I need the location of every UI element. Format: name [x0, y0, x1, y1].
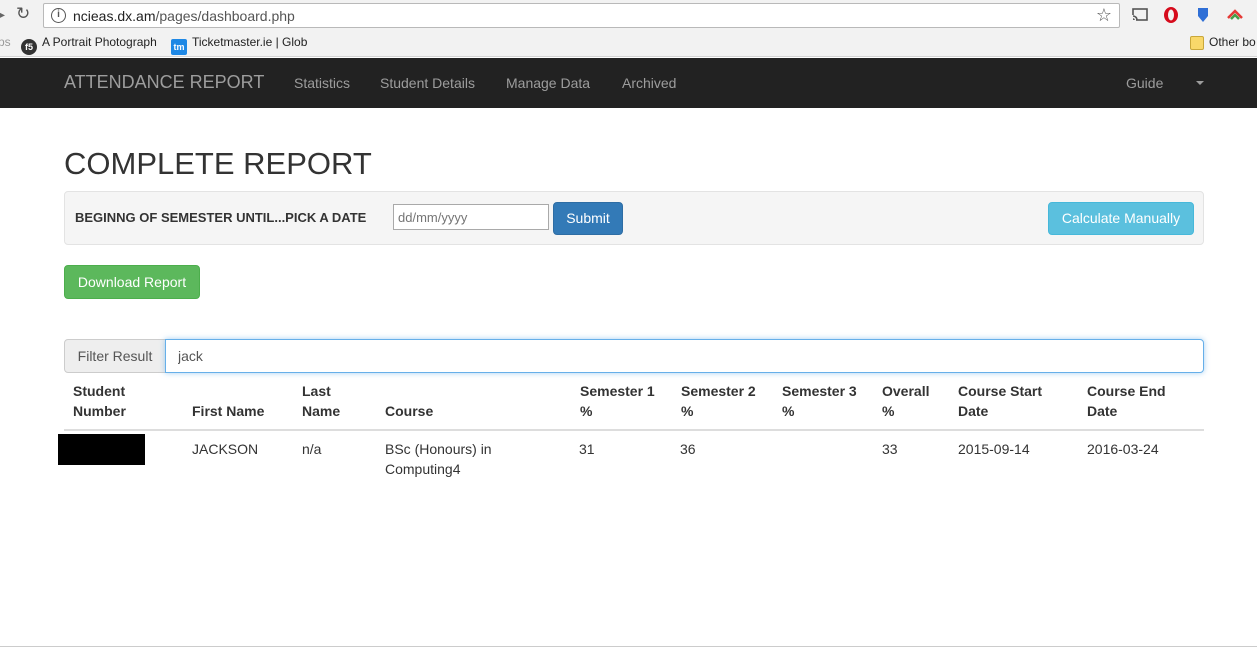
th-course-end-date[interactable]: Course End Date: [1087, 381, 1166, 421]
cell-semester-2: 36: [680, 441, 696, 457]
cell-first-name: JACKSON: [192, 441, 259, 457]
dropdown-caret-icon[interactable]: [1196, 81, 1204, 85]
th-first-name[interactable]: First Name: [192, 401, 264, 421]
nav-statistics[interactable]: Statistics: [294, 75, 350, 91]
bottom-divider: [0, 646, 1257, 647]
date-panel: BEGINNG OF SEMESTER UNTIL...PICK A DATE …: [64, 191, 1204, 245]
cell-course: BSc (Honours) in Computing4: [385, 441, 492, 477]
download-report-button[interactable]: Download Report: [64, 265, 200, 299]
ticketmaster-icon: tm: [171, 39, 187, 55]
nav-student-details[interactable]: Student Details: [380, 75, 475, 91]
forward-arrow-icon[interactable]: ▸: [0, 6, 5, 23]
address-bar[interactable]: i ncieas.dx.am/pages/dashboard.php ☆: [43, 3, 1120, 28]
opera-icon[interactable]: [1162, 6, 1180, 24]
brand-link[interactable]: ATTENDANCE REPORT: [64, 72, 264, 93]
filter-label: Filter Result: [64, 339, 166, 373]
page-title: COMPLETE REPORT: [64, 146, 372, 181]
url-text: ncieas.dx.am/pages/dashboard.php: [73, 8, 295, 24]
navbar: ATTENDANCE REPORT Statistics Student Det…: [0, 58, 1257, 108]
nav-manage-data[interactable]: Manage Data: [506, 75, 590, 91]
th-course-start-date[interactable]: Course Start Date: [958, 381, 1042, 421]
nav-archived[interactable]: Archived: [622, 75, 676, 91]
extension-blue-icon[interactable]: [1194, 6, 1212, 24]
bookmark-ticketmaster[interactable]: tm Ticketmaster.ie | Glob: [171, 35, 307, 55]
th-last-name[interactable]: Last Name: [302, 381, 340, 421]
submit-button[interactable]: Submit: [553, 202, 623, 235]
reload-icon[interactable]: ↻: [16, 4, 30, 24]
th-course[interactable]: Course: [385, 401, 433, 421]
bookmark-apps[interactable]: ps: [0, 35, 11, 49]
bookmark-portrait[interactable]: f5 A Portrait Photograph: [21, 35, 157, 55]
bookmark-other[interactable]: Other bo: [1190, 35, 1256, 50]
bookmark-star-icon[interactable]: ☆: [1096, 5, 1112, 26]
cell-last-name: n/a: [302, 441, 322, 457]
th-semester-1[interactable]: Semester 1%: [580, 381, 655, 421]
cell-overall: 33: [882, 441, 898, 457]
redacted-student-number: [58, 434, 145, 465]
browser-toolbar: ▸ ↻ i ncieas.dx.am/pages/dashboard.php ☆: [0, 0, 1257, 30]
th-semester-3[interactable]: Semester 3%: [782, 381, 857, 421]
f5-icon: f5: [21, 39, 37, 55]
extension-multicolor-icon[interactable]: [1226, 6, 1244, 24]
date-label: BEGINNG OF SEMESTER UNTIL...PICK A DATE: [75, 210, 367, 225]
cell-course-end: 2016-03-24: [1087, 441, 1159, 457]
date-input[interactable]: [393, 204, 549, 230]
cast-icon[interactable]: [1131, 6, 1149, 24]
th-overall[interactable]: Overall%: [882, 381, 929, 421]
th-semester-2[interactable]: Semester 2%: [681, 381, 756, 421]
nav-guide[interactable]: Guide: [1126, 75, 1163, 91]
cell-semester-1: 31: [579, 441, 595, 457]
filter-input[interactable]: [165, 339, 1204, 373]
folder-icon: [1190, 36, 1204, 50]
th-student-number[interactable]: Student Number: [73, 381, 126, 421]
cell-course-start: 2015-09-14: [958, 441, 1030, 457]
info-icon[interactable]: i: [51, 8, 66, 23]
bookmarks-bar: ps f5 A Portrait Photograph tm Ticketmaste…: [0, 30, 1257, 57]
table-header-divider: [64, 429, 1204, 431]
calculate-manually-button[interactable]: Calculate Manually: [1048, 202, 1194, 235]
